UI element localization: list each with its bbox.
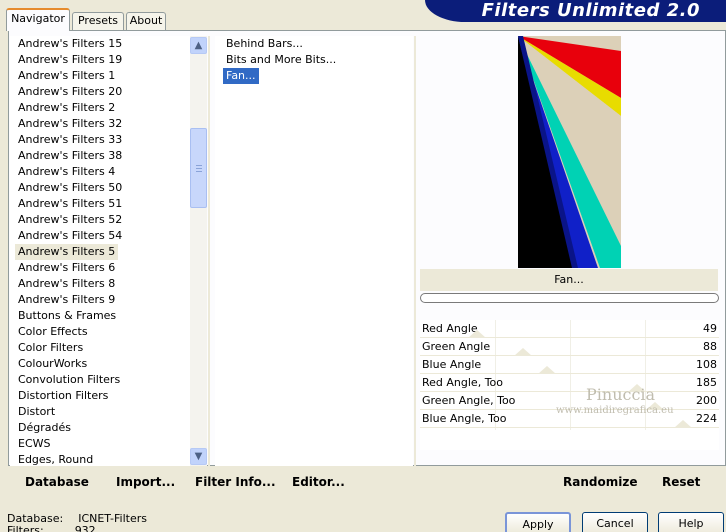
category-item[interactable]: Andrew's Filters 8 [15, 276, 118, 292]
progress-bar [420, 293, 719, 303]
category-item[interactable]: Andrew's Filters 6 [15, 260, 118, 276]
category-item[interactable]: Andrew's Filters 15 [15, 36, 125, 52]
divider [414, 36, 416, 466]
filters-status: Filters: 932 [7, 524, 96, 532]
category-item[interactable]: Andrew's Filters 2 [15, 100, 118, 116]
category-item[interactable]: Andrew's Filters 50 [15, 180, 125, 196]
filter-list[interactable]: Behind Bars... Bits and More Bits... Fan..… [215, 36, 413, 466]
chevron-down-icon: ▼ [194, 451, 203, 462]
category-item[interactable]: Andrew's Filters 4 [15, 164, 118, 180]
editor-button[interactable]: Editor... [292, 475, 345, 489]
right-button-bar: Randomize Reset [420, 468, 718, 494]
fan-preview-image [518, 36, 621, 268]
slider-knob[interactable] [514, 348, 533, 356]
slider-value: 224 [696, 412, 717, 425]
slider-label: Red Angle, Too [422, 376, 504, 389]
filter-item[interactable]: Fan... [223, 68, 259, 84]
banner-title: Filters Unlimited 2.0 [481, 0, 700, 21]
filter-controls: Red Angle 49 Green Angle 88 Blue Angle 108 Red… [420, 320, 719, 450]
preview-filter-name: Fan... [420, 269, 718, 291]
database-button[interactable]: Database [25, 475, 89, 489]
watermark-name: Pinuccia [586, 385, 656, 404]
slider-control[interactable]: Blue Angle 108 [420, 356, 719, 374]
category-list[interactable]: Andrew's Filters 15 Andrew's Filters 19 An… [10, 36, 206, 466]
category-item[interactable]: Color Effects [15, 324, 91, 340]
slider-knob[interactable] [673, 420, 692, 428]
category-item[interactable]: Andrew's Filters 54 [15, 228, 125, 244]
slider-value: 49 [703, 322, 717, 335]
tab-presets[interactable]: Presets [72, 12, 124, 30]
slider-label: Blue Angle, Too [422, 412, 507, 425]
slider-value: 88 [703, 340, 717, 353]
filters-value: 932 [74, 524, 96, 532]
grip-icon [196, 165, 202, 172]
slider-value: 108 [696, 358, 717, 371]
filters-label: Filters: [7, 524, 44, 532]
tab-navigator[interactable]: Navigator [6, 8, 70, 31]
slider-label: Green Angle, Too [422, 394, 516, 407]
title-banner: Filters Unlimited 2.0 [425, 0, 726, 22]
chevron-up-icon: ▲ [194, 40, 203, 51]
category-item[interactable]: Andrew's Filters 1 [15, 68, 118, 84]
slider-value: 185 [696, 376, 717, 389]
apply-button[interactable]: Apply [505, 512, 571, 532]
category-item[interactable]: ColourWorks [15, 356, 90, 372]
slider-control[interactable]: Green Angle 88 [420, 338, 719, 356]
category-item[interactable]: Andrew's Filters 33 [15, 132, 125, 148]
category-item[interactable]: Andrew's Filters 52 [15, 212, 125, 228]
category-item[interactable]: Andrew's Filters 19 [15, 52, 125, 68]
tab-about[interactable]: About [126, 12, 166, 30]
import-button[interactable]: Import... [116, 475, 175, 489]
left-button-bar: Database Import... Filter Info... Editor… [10, 468, 414, 494]
category-item[interactable]: Andrew's Filters 51 [15, 196, 125, 212]
category-item[interactable]: Dégradés [15, 420, 74, 436]
category-item[interactable]: Andrew's Filters 20 [15, 84, 125, 100]
help-button[interactable]: Help [658, 512, 724, 532]
category-item[interactable]: Edges, Round [15, 452, 96, 466]
scroll-thumb[interactable] [190, 128, 207, 208]
reset-button[interactable]: Reset [662, 475, 700, 489]
slider-control[interactable]: Red Angle, Too 185 [420, 374, 719, 392]
category-item[interactable]: Distortion Filters [15, 388, 111, 404]
category-item[interactable]: Andrew's Filters 9 [15, 292, 118, 308]
randomize-button[interactable]: Randomize [563, 475, 637, 489]
category-item[interactable]: Buttons & Frames [15, 308, 119, 324]
category-item[interactable]: Andrew's Filters 5 [15, 244, 119, 260]
category-item[interactable]: Distort [15, 404, 58, 420]
slider-knob[interactable] [537, 366, 556, 374]
divider [208, 36, 210, 466]
category-scrollbar[interactable]: ▲ ▼ [190, 36, 207, 466]
scroll-down-button[interactable]: ▼ [190, 448, 207, 465]
slider-control[interactable]: Red Angle 49 [420, 320, 719, 338]
category-item[interactable]: Andrew's Filters 32 [15, 116, 125, 132]
slider-label: Green Angle [422, 340, 491, 353]
category-item[interactable]: Convolution Filters [15, 372, 123, 388]
filter-item[interactable]: Behind Bars... [223, 36, 306, 52]
filter-item[interactable]: Bits and More Bits... [223, 52, 339, 68]
category-item[interactable]: Color Filters [15, 340, 86, 356]
scroll-up-button[interactable]: ▲ [190, 37, 207, 54]
slider-label: Blue Angle [422, 358, 482, 371]
slider-value: 200 [696, 394, 717, 407]
cancel-button[interactable]: Cancel [582, 512, 648, 532]
filter-preview [518, 36, 621, 268]
watermark-url: www.maidiregrafica.eu [556, 405, 674, 416]
filter-info-button[interactable]: Filter Info... [195, 475, 276, 489]
category-item[interactable]: ECWS [15, 436, 54, 452]
slider-knob[interactable] [468, 330, 487, 338]
category-item[interactable]: Andrew's Filters 38 [15, 148, 125, 164]
